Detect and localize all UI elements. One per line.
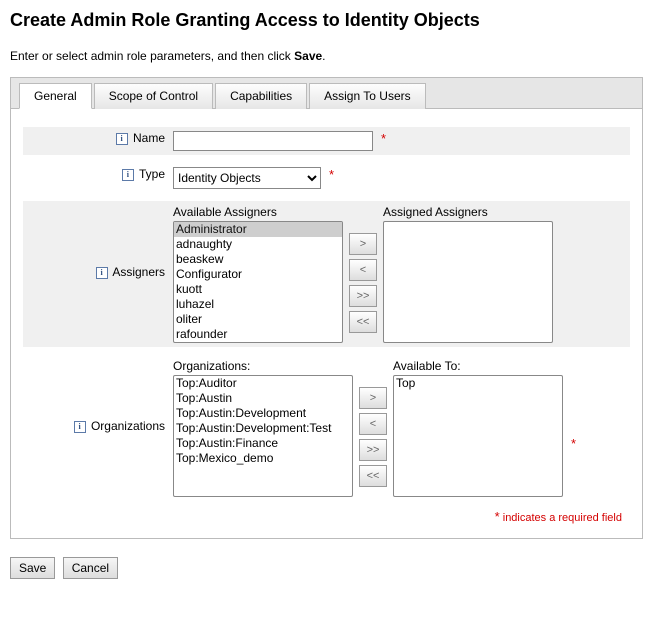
info-icon[interactable]: i [122,169,134,181]
tab-panel-general: i Name * i Type Identity Objects * [11,109,642,538]
tab-container: General Scope of Control Capabilities As… [10,77,643,539]
assigned-assigners-list[interactable] [383,221,553,343]
tab-scope-of-control[interactable]: Scope of Control [94,83,213,109]
tab-capabilities[interactable]: Capabilities [215,83,307,109]
label-assigners: i Assigners [23,201,173,283]
label-name: i Name [23,127,173,149]
action-bar: Save Cancel [10,557,643,579]
tab-assign-to-users[interactable]: Assign To Users [309,83,425,109]
name-input[interactable] [173,131,373,151]
available-assigners-label: Available Assigners [173,205,343,219]
info-icon[interactable]: i [74,421,86,433]
cancel-button[interactable]: Cancel [63,557,118,579]
organizations-available-label: Organizations: [173,359,353,373]
required-marker: * [381,131,386,146]
page-title: Create Admin Role Granting Access to Ide… [10,10,643,31]
label-organizations: i Organizations [23,355,173,437]
add-button[interactable]: > [359,387,387,409]
page-instruction: Enter or select admin role parameters, a… [10,49,643,63]
type-select[interactable]: Identity Objects [173,167,321,189]
row-name: i Name * [23,127,630,155]
label-type: i Type [23,163,173,185]
required-marker: * [571,436,576,451]
required-marker: * [329,167,334,182]
assigned-assigners-label: Assigned Assigners [383,205,553,219]
add-button[interactable]: > [349,233,377,255]
row-type: i Type Identity Objects * [23,163,630,193]
required-footnote: * indicates a required field [23,509,630,524]
info-icon[interactable]: i [116,133,128,145]
remove-all-button[interactable]: << [349,311,377,333]
organizations-available-list[interactable]: Top:AuditorTop:AustinTop:Austin:Developm… [173,375,353,497]
tab-general[interactable]: General [19,83,92,109]
organizations-assigned-list[interactable]: Top [393,375,563,497]
add-all-button[interactable]: >> [349,285,377,307]
save-button[interactable]: Save [10,557,55,579]
remove-button[interactable]: < [359,413,387,435]
remove-button[interactable]: < [349,259,377,281]
row-organizations: i Organizations Organizations: Top:Audit… [23,355,630,501]
tab-bar: General Scope of Control Capabilities As… [11,78,642,109]
organizations-assigned-label: Available To: [393,359,563,373]
row-assigners: i Assigners Available Assigners Administ… [23,201,630,347]
info-icon[interactable]: i [96,267,108,279]
available-assigners-list[interactable]: AdministratoradnaughtybeaskewConfigurato… [173,221,343,343]
remove-all-button[interactable]: << [359,465,387,487]
add-all-button[interactable]: >> [359,439,387,461]
